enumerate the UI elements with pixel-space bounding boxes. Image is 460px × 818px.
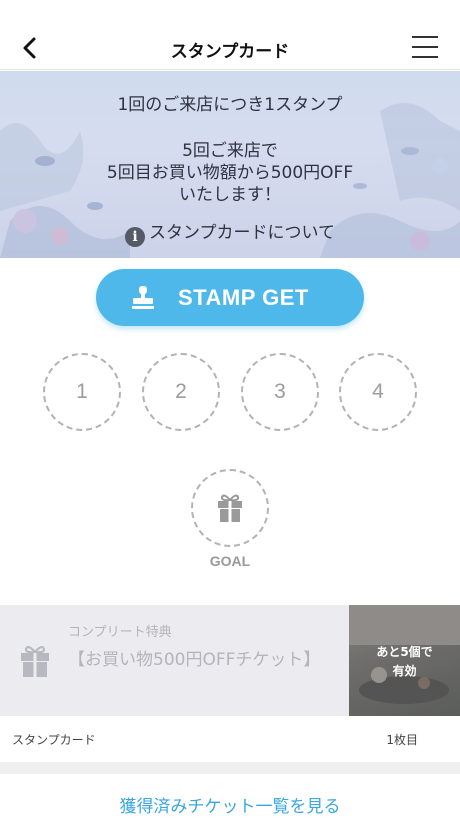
thumbnail-overlay <box>349 605 460 716</box>
stamp-rules-banner: 1回のご来店につき1スタンプ 5回ご来店で 5回目お買い物額から500円OFF … <box>0 71 460 258</box>
card-count: 1枚目 <box>386 733 418 747</box>
stamp-get-label: STAMP GET <box>178 285 309 310</box>
section-divider <box>0 762 460 774</box>
goal-label: GOAL <box>209 553 251 569</box>
stamp-slot-2: 2 <box>142 353 220 431</box>
remaining-status-text: 有効 <box>392 664 417 678</box>
card-meta-label: スタンプカード <box>12 733 96 747</box>
banner-reward-line: 5回目お買い物額から500円OFF <box>106 163 354 183</box>
hamburger-line <box>412 46 438 48</box>
hamburger-line <box>412 56 438 58</box>
hamburger-menu-icon <box>412 36 438 38</box>
banner-reward-line: いたします！ <box>179 185 281 205</box>
banner-reward-line: 5回ご来店で <box>182 141 278 161</box>
app-header: スタンプカード <box>0 26 460 70</box>
stamp-get-button[interactable]: STAMP GET <box>96 269 364 326</box>
banner-stamp-rule: 1回のご来店につき1スタンプ <box>117 95 343 115</box>
stamp-slot-3: 3 <box>241 353 319 431</box>
reward-caption: コンプリート特典 <box>68 625 172 640</box>
gift-icon <box>218 494 242 522</box>
stamp-slot-4: 4 <box>339 353 417 431</box>
stamp-icon <box>132 286 154 309</box>
card-meta-row: スタンプカード 1枚目 <box>0 716 460 762</box>
acquired-tickets-link[interactable]: 獲得済みチケット一覧を見る <box>0 792 460 817</box>
banner-reward-text: 5回ご来店で 5回目お買い物額から500円OFF いたします！ <box>0 140 460 206</box>
stamp-slot-1: 1 <box>43 353 121 431</box>
gift-icon <box>21 646 49 677</box>
menu-button[interactable] <box>412 36 438 58</box>
remaining-count-text: あと5個で <box>376 645 433 659</box>
info-icon: i <box>125 227 145 247</box>
reward-thumbnail: あと5個で 有効 <box>349 605 460 716</box>
about-stamp-card-link[interactable]: i スタンプカードについて <box>0 218 460 247</box>
complete-reward-card[interactable]: コンプリート特典 【お買い物500円OFFチケット】 あと5個で 有効 <box>0 605 460 716</box>
page-title: スタンプカード <box>170 42 290 62</box>
status-bar <box>0 0 460 26</box>
goal-stamp-slot <box>191 469 269 547</box>
about-stamp-card-label: スタンプカードについて <box>149 223 335 243</box>
reward-name: 【お買い物500円OFFチケット】 <box>68 650 321 670</box>
